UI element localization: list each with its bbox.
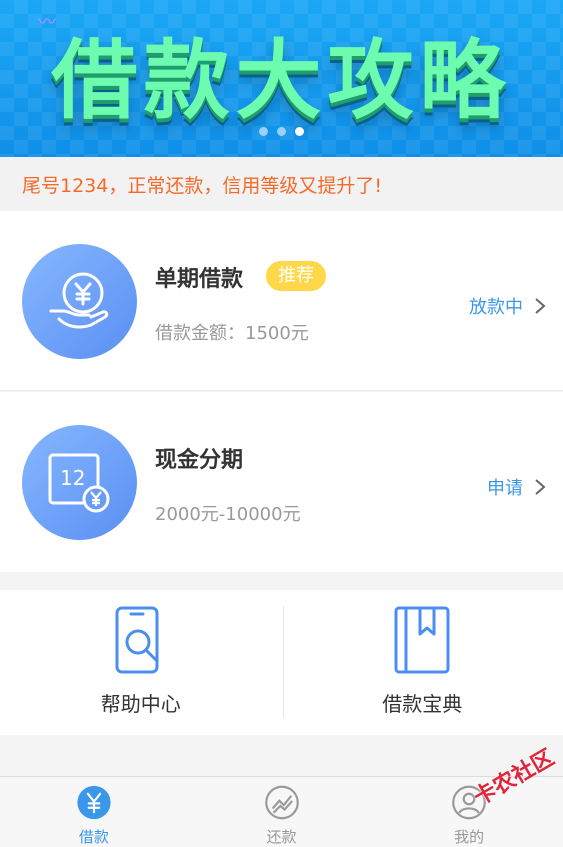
recommend-badge: 推荐: [266, 261, 326, 291]
help-center-link[interactable]: 帮助中心: [0, 590, 282, 735]
help-center-label: 帮助中心: [100, 692, 181, 716]
tab-borrow[interactable]: 借款: [0, 777, 188, 847]
carousel-dot[interactable]: [259, 127, 268, 136]
quick-links: 帮助中心 借款宝典: [0, 590, 563, 735]
loan-card-installment[interactable]: 12 现金分期 2000元-10000元 申请: [0, 392, 563, 572]
yuan-icon: [77, 785, 111, 820]
carousel-dot[interactable]: [277, 127, 286, 136]
notice-bar: 尾号1234，正常还款，信用等级又提升了!: [0, 157, 563, 211]
promo-banner[interactable]: 〰 借款大攻略: [0, 0, 563, 157]
phone-search-icon: [115, 606, 159, 674]
tab-label: 借款: [78, 828, 109, 846]
calendar-yuan-icon: 12: [22, 425, 137, 540]
loan-status: 放款中: [469, 297, 523, 318]
tab-label: 还款: [266, 828, 297, 846]
loan-guide-label: 借款宝典: [382, 692, 463, 716]
notice-text: 尾号1234，正常还款，信用等级又提升了!: [22, 174, 382, 197]
app-screen: 〰 借款大攻略 尾号1234，正常还款，信用等级又提升了! 单期借款 推荐 借款…: [0, 0, 563, 847]
carousel-dot-active[interactable]: [295, 127, 304, 136]
loan-card-single[interactable]: 单期借款 推荐 借款金额：1500元 放款中: [0, 211, 563, 391]
loan-guide-link[interactable]: 借款宝典: [282, 590, 563, 735]
bookmark-book-icon: [394, 606, 450, 674]
tab-label: 我的: [454, 828, 485, 846]
trend-icon: [264, 785, 299, 820]
apply-label: 申请: [487, 478, 523, 499]
loan-title: 现金分期: [155, 448, 244, 473]
loan-title: 单期借款: [155, 267, 244, 292]
tab-repay[interactable]: 还款: [188, 777, 376, 847]
loan-range: 2000元-10000元: [155, 504, 301, 525]
loan-amount: 借款金额：1500元: [155, 323, 309, 344]
carousel-indicator[interactable]: [0, 127, 563, 136]
chevron-right-icon: [535, 479, 546, 495]
svg-text:12: 12: [60, 466, 85, 490]
chevron-right-icon: [535, 298, 546, 314]
loan-status-link[interactable]: 放款中: [469, 293, 547, 319]
yuan-hand-icon: [22, 244, 137, 359]
apply-link[interactable]: 申请: [487, 474, 547, 500]
divider: [283, 606, 284, 718]
banner-title: 借款大攻略: [51, 31, 512, 131]
